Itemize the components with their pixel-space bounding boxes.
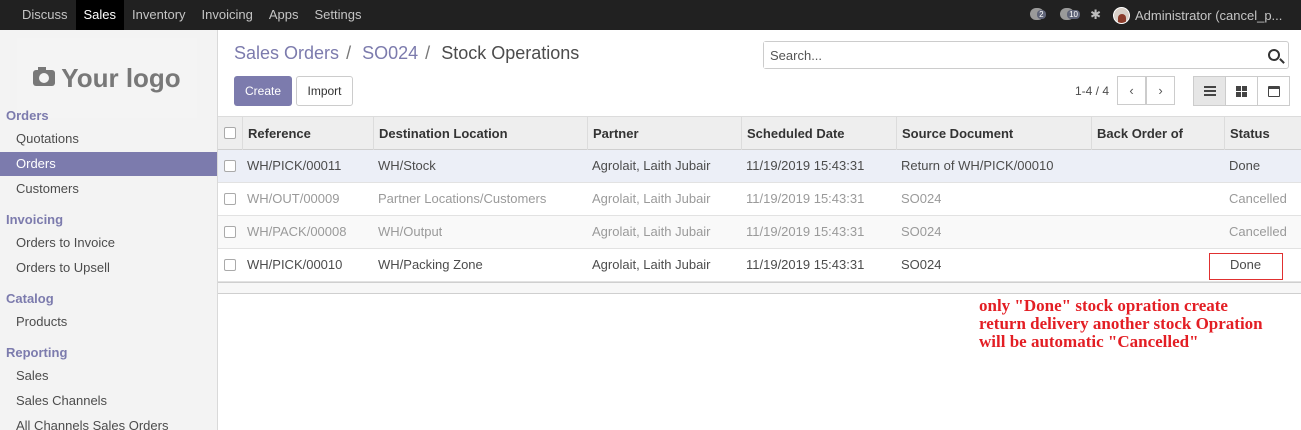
- annotation-line: return delivery another stock Opration: [979, 314, 1263, 333]
- cell-scheduled-date: 11/19/2019 15:43:31: [746, 224, 865, 239]
- list-view-button[interactable]: [1193, 76, 1226, 106]
- chat-count-badge: 2: [1037, 10, 1046, 19]
- cell-status: Cancelled: [1229, 224, 1287, 239]
- cell-reference: WH/PACK/00008: [247, 224, 347, 239]
- cell-source-document: SO024: [901, 224, 942, 239]
- pager-next-button[interactable]: ›: [1146, 76, 1175, 105]
- annotation-note: only "Done" stock opration create return…: [979, 297, 1289, 351]
- cell-source-document: SO024: [901, 191, 942, 206]
- row-checkbox[interactable]: [224, 160, 236, 172]
- table-header: Reference Destination Location Partner S…: [218, 116, 1301, 150]
- page-title: Stock Operations: [441, 43, 580, 63]
- table-row[interactable]: WH/PACK/00008 WH/Output Agrolait, Laith …: [218, 216, 1301, 249]
- user-menu[interactable]: Administrator (cancel_p...: [1135, 8, 1301, 23]
- cell-status: Cancelled: [1229, 191, 1287, 206]
- column-scheduled-date[interactable]: Scheduled Date: [741, 117, 845, 150]
- breadcrumb-sales-orders[interactable]: Sales Orders: [234, 43, 339, 63]
- cell-scheduled-date: 11/19/2019 15:43:31: [746, 158, 865, 173]
- cell-status: Done: [1229, 158, 1261, 173]
- search-bar: [763, 41, 1289, 69]
- sidebar-item-orders-to-upsell[interactable]: Orders to Upsell: [0, 256, 217, 280]
- cell-partner: Agrolait, Laith Jubair: [592, 257, 711, 272]
- cell-scheduled-date: 11/19/2019 15:43:31: [746, 257, 865, 272]
- search-input[interactable]: [764, 42, 1254, 68]
- list-icon: [1203, 86, 1216, 96]
- debug-bug-icon[interactable]: ✱: [1090, 7, 1101, 23]
- column-back-order-of[interactable]: Back Order of: [1091, 117, 1183, 150]
- section-invoicing: Invoicing: [6, 212, 64, 227]
- sidebar-item-products[interactable]: Products: [0, 310, 217, 334]
- sidebar-item-orders[interactable]: Orders: [0, 152, 217, 176]
- section-catalog: Catalog: [6, 291, 54, 306]
- section-reporting: Reporting: [6, 345, 68, 360]
- sidebar-item-sales[interactable]: Sales: [0, 364, 217, 388]
- breadcrumb: Sales Orders / SO024 / Stock Operations: [234, 43, 579, 64]
- menu-invoicing[interactable]: Invoicing: [194, 0, 261, 30]
- kanban-view-button[interactable]: [1225, 76, 1258, 106]
- column-partner[interactable]: Partner: [587, 117, 639, 150]
- menu-inventory[interactable]: Inventory: [124, 0, 193, 30]
- cell-partner: Agrolait, Laith Jubair: [592, 224, 711, 239]
- highlight-box: [1209, 253, 1283, 280]
- menu-discuss[interactable]: Discuss: [14, 0, 76, 30]
- import-button[interactable]: Import: [296, 76, 353, 106]
- kanban-icon: [1236, 85, 1247, 97]
- top-navbar: Discuss Sales Inventory Invoicing Apps S…: [0, 0, 1301, 30]
- logo-text: Your logo: [61, 62, 181, 93]
- menu-settings[interactable]: Settings: [306, 0, 369, 30]
- menu-sales[interactable]: Sales: [75, 0, 125, 30]
- row-checkbox[interactable]: [224, 226, 236, 238]
- cell-partner: Agrolait, Laith Jubair: [592, 191, 711, 206]
- cell-scheduled-date: 11/19/2019 15:43:31: [746, 191, 865, 206]
- messages-icon[interactable]: 10: [1060, 8, 1080, 22]
- chat-icon[interactable]: 2: [1030, 8, 1048, 22]
- cell-destination: WH/Packing Zone: [378, 257, 483, 272]
- pager-value[interactable]: 1-4 / 4: [1075, 84, 1109, 98]
- column-status[interactable]: Status: [1224, 117, 1270, 150]
- cell-partner: Agrolait, Laith Jubair: [592, 158, 711, 173]
- column-source-document[interactable]: Source Document: [896, 117, 1013, 150]
- messages-count-badge: 10: [1067, 10, 1080, 19]
- breadcrumb-separator: /: [346, 43, 352, 63]
- sidebar: Your logo Orders Quotations Orders Custo…: [0, 30, 218, 430]
- cell-source-document: SO024: [901, 257, 942, 272]
- sidebar-item-sales-channels[interactable]: Sales Channels: [0, 389, 217, 413]
- create-button[interactable]: Create: [234, 76, 292, 106]
- sidebar-item-all-channels-sales-orders[interactable]: All Channels Sales Orders: [0, 414, 217, 430]
- breadcrumb-separator: /: [425, 43, 431, 63]
- cell-reference: WH/OUT/00009: [247, 191, 340, 206]
- company-logo[interactable]: Your logo: [17, 38, 197, 118]
- sidebar-item-quotations[interactable]: Quotations: [0, 127, 217, 151]
- app-menu: Discuss Sales Inventory Invoicing Apps S…: [14, 0, 369, 30]
- column-destination-location[interactable]: Destination Location: [373, 117, 508, 150]
- cell-destination: WH/Output: [378, 224, 443, 239]
- calendar-view-button[interactable]: [1257, 76, 1290, 106]
- cell-destination: WH/Stock: [378, 158, 436, 173]
- row-checkbox[interactable]: [224, 193, 236, 205]
- search-icon[interactable]: [1268, 49, 1280, 61]
- pager-previous-button[interactable]: ‹: [1117, 76, 1146, 105]
- table-footer: [218, 282, 1301, 294]
- cell-reference: WH/PICK/00010: [247, 257, 343, 272]
- cell-source-document: Return of WH/PICK/00010: [901, 158, 1054, 173]
- table-row[interactable]: WH/OUT/00009 Partner Locations/Customers…: [218, 183, 1301, 216]
- select-all-checkbox[interactable]: [224, 127, 236, 139]
- avatar[interactable]: [1113, 6, 1130, 24]
- menu-apps[interactable]: Apps: [261, 0, 307, 30]
- cell-reference: WH/PICK/00011: [247, 158, 342, 173]
- table-row[interactable]: WH/PICK/00010 WH/Packing Zone Agrolait, …: [218, 249, 1301, 282]
- cell-destination: Partner Locations/Customers: [378, 191, 547, 206]
- systray: 2 10 ✱ Administrator (cancel_p...: [1030, 0, 1301, 30]
- column-reference[interactable]: Reference: [242, 117, 311, 150]
- breadcrumb-so024[interactable]: SO024: [362, 43, 418, 63]
- row-checkbox[interactable]: [224, 259, 236, 271]
- sidebar-item-orders-to-invoice[interactable]: Orders to Invoice: [0, 231, 217, 255]
- camera-icon: [33, 67, 56, 86]
- annotation-line: will be automatic "Cancelled": [979, 332, 1199, 351]
- sidebar-item-customers[interactable]: Customers: [0, 177, 217, 201]
- section-orders: Orders: [6, 108, 49, 123]
- table-row[interactable]: WH/PICK/00011 WH/Stock Agrolait, Laith J…: [218, 150, 1301, 183]
- calendar-icon: [1267, 85, 1280, 97]
- annotation-line: only "Done" stock opration create: [979, 296, 1228, 315]
